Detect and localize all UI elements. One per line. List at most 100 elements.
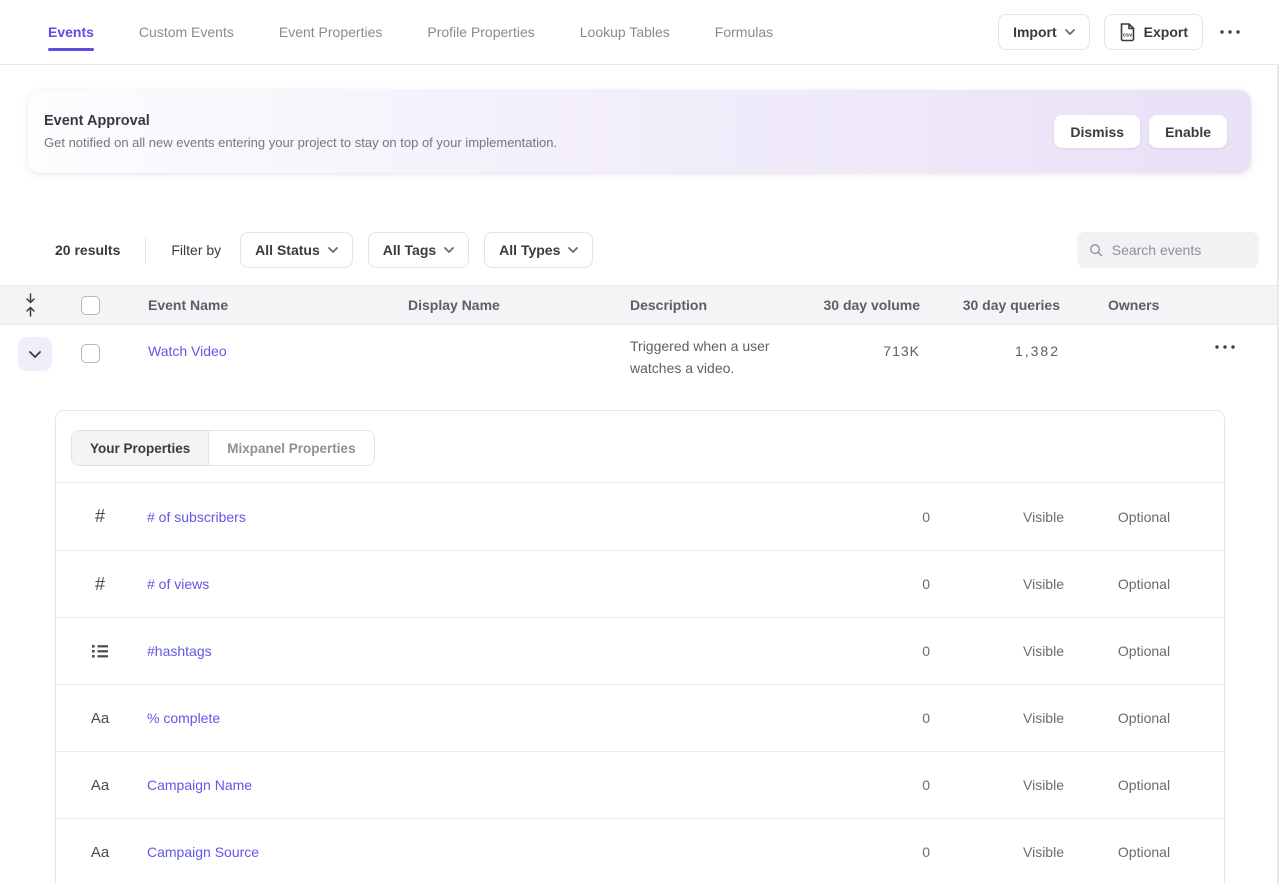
property-visibility[interactable]: Visible [930,509,1064,525]
event-description: Triggered when a user watches a video. [602,325,776,379]
chevron-down-icon [29,351,41,358]
csv-file-icon: csv [1119,23,1136,42]
column-30-day-queries: 30 day queries [920,297,1060,313]
property-count: 0 [870,576,930,592]
text-type-icon: Aa [91,844,109,861]
tab-custom-events[interactable]: Custom Events [139,0,234,64]
types-filter-label: All Types [499,242,560,258]
chevron-down-icon [328,247,338,253]
tags-filter-label: All Tags [383,242,436,258]
events-table-header: Event Name Display Name Description 30 d… [0,285,1279,325]
event-approval-banner: Event Approval Get notified on all new e… [28,90,1251,173]
tab-your-properties[interactable]: Your Properties [72,431,208,465]
divider [145,237,146,263]
property-count: 0 [870,777,930,793]
event-row-watch-video: Watch Video Triggered when a user watche… [0,325,1279,410]
property-visibility[interactable]: Visible [930,576,1064,592]
tab-events[interactable]: Events [48,0,94,64]
property-name-link[interactable]: # of subscribers [144,509,870,525]
property-row: # # of views 0 Visible Optional [56,550,1224,617]
banner-description: Get notified on all new events entering … [44,135,557,150]
status-filter-label: All Status [255,242,320,258]
chevron-down-icon [568,247,578,253]
column-event-name: Event Name [120,297,380,313]
list-type-icon [92,643,109,659]
properties-list: # # of subscribers 0 Visible Optional # … [56,483,1224,884]
tab-lookup-tables[interactable]: Lookup Tables [580,0,670,64]
lexicon-tabs: Events Custom Events Event Properties Pr… [48,0,773,64]
property-row: #hashtags 0 Visible Optional [56,617,1224,684]
nav-more-menu-icon[interactable] [1217,25,1243,39]
property-name-link[interactable]: % complete [144,710,870,726]
export-button-label: Export [1144,24,1188,40]
column-30-day-volume: 30 day volume [776,297,920,313]
filters-bar: 20 results Filter by All Status All Tags… [55,232,1259,268]
property-count: 0 [870,710,930,726]
chevron-down-icon [1065,29,1075,35]
property-requirement[interactable]: Optional [1064,509,1224,525]
event-name-link[interactable]: Watch Video [148,325,227,359]
select-all-checkbox[interactable] [81,296,100,315]
row-more-menu-icon[interactable] [1212,340,1238,354]
property-requirement[interactable]: Optional [1064,576,1224,592]
tab-formulas[interactable]: Formulas [715,0,773,64]
dismiss-button[interactable]: Dismiss [1054,115,1140,148]
property-count: 0 [870,844,930,860]
property-row: Aa % complete 0 Visible Optional [56,684,1224,751]
property-requirement[interactable]: Optional [1064,643,1224,659]
collapse-row-button[interactable] [18,337,52,371]
chevron-down-icon [444,247,454,253]
property-visibility[interactable]: Visible [930,777,1064,793]
event-30-day-volume: 713K [776,325,920,359]
tab-profile-properties[interactable]: Profile Properties [427,0,534,64]
import-button[interactable]: Import [998,14,1090,50]
number-type-icon: # [95,574,105,595]
property-name-link[interactable]: #hashtags [144,643,870,659]
filter-by-label: Filter by [171,242,221,258]
export-button[interactable]: csv Export [1104,14,1203,50]
tab-event-properties[interactable]: Event Properties [279,0,383,64]
top-navigation: Events Custom Events Event Properties Pr… [0,0,1279,65]
search-events-input[interactable] [1112,242,1249,258]
tags-filter-dropdown[interactable]: All Tags [368,232,469,268]
property-row: # # of subscribers 0 Visible Optional [56,483,1224,550]
search-icon [1089,242,1103,258]
property-count: 0 [870,643,930,659]
property-visibility[interactable]: Visible [930,844,1064,860]
tab-mixpanel-properties[interactable]: Mixpanel Properties [208,431,373,465]
row-checkbox[interactable] [81,344,100,363]
properties-tabs-bar: Your Properties Mixpanel Properties [56,411,1224,483]
enable-button[interactable]: Enable [1149,115,1227,148]
number-type-icon: # [95,506,105,527]
property-requirement[interactable]: Optional [1064,844,1224,860]
property-requirement[interactable]: Optional [1064,777,1224,793]
banner-actions: Dismiss Enable [1054,115,1227,148]
search-events-box[interactable] [1077,232,1259,268]
property-visibility[interactable]: Visible [930,643,1064,659]
filter-dropdowns: All Status All Tags All Types [240,232,593,268]
text-type-icon: Aa [91,710,109,727]
banner-text: Event Approval Get notified on all new e… [44,113,557,150]
text-type-icon: Aa [91,777,109,794]
property-row: Aa Campaign Name 0 Visible Optional [56,751,1224,818]
import-button-label: Import [1013,24,1057,40]
svg-text:csv: csv [1123,32,1133,38]
property-name-link[interactable]: Campaign Name [144,777,870,793]
property-name-link[interactable]: # of views [144,576,870,592]
lexicon-events-page: Events Custom Events Event Properties Pr… [0,0,1279,884]
property-name-link[interactable]: Campaign Source [144,844,870,860]
property-requirement[interactable]: Optional [1064,710,1224,726]
property-visibility[interactable]: Visible [930,710,1064,726]
property-row: Aa Campaign Source 0 Visible Optional [56,818,1224,884]
collapse-all-icon[interactable] [0,293,60,317]
nav-actions: Import csv Export [998,0,1243,64]
property-count: 0 [870,509,930,525]
types-filter-dropdown[interactable]: All Types [484,232,593,268]
banner-title: Event Approval [44,113,557,129]
status-filter-dropdown[interactable]: All Status [240,232,353,268]
event-properties-panel: Your Properties Mixpanel Properties # # … [55,410,1225,884]
column-description: Description [602,297,776,313]
results-count: 20 results [55,242,120,258]
column-display-name: Display Name [380,297,602,313]
event-30-day-queries: 1,382 [920,325,1060,359]
